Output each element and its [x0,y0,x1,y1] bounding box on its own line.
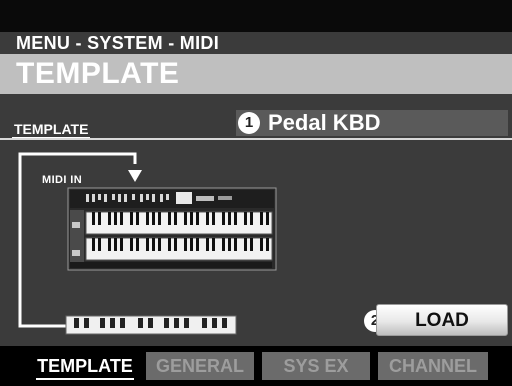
tab-general-label: GENERAL [155,356,244,376]
organ-keyboard-icon [67,187,277,271]
tab-channel-label: CHANNEL [389,356,477,376]
pedalboard-icon [65,315,237,335]
template-value[interactable]: Pedal KBD [268,110,380,136]
arrow-down-icon [128,170,142,182]
tab-channel[interactable]: CHANNEL [378,352,488,380]
active-tab-underline [36,378,134,380]
lcd-screen: MENU - SYSTEM - MIDI TEMPLATE TEMPLATE 1… [0,0,512,386]
tab-general[interactable]: GENERAL [146,352,254,380]
midi-in-label: MIDI IN [42,174,83,186]
tab-sys-ex-label: SYS EX [283,356,349,376]
template-parameter-label: TEMPLATE [12,121,91,139]
menu-path: MENU - SYSTEM - MIDI [16,33,219,53]
header-divider [0,138,512,140]
tab-sys-ex[interactable]: SYS EX [262,352,370,380]
page-title: TEMPLATE [16,57,180,90]
tab-template-label: TEMPLATE [37,356,133,376]
tab-template[interactable]: TEMPLATE [30,352,140,380]
top-bar [0,0,512,32]
load-button[interactable]: LOAD [376,304,508,336]
callout-1-badge: 1 [238,112,260,134]
